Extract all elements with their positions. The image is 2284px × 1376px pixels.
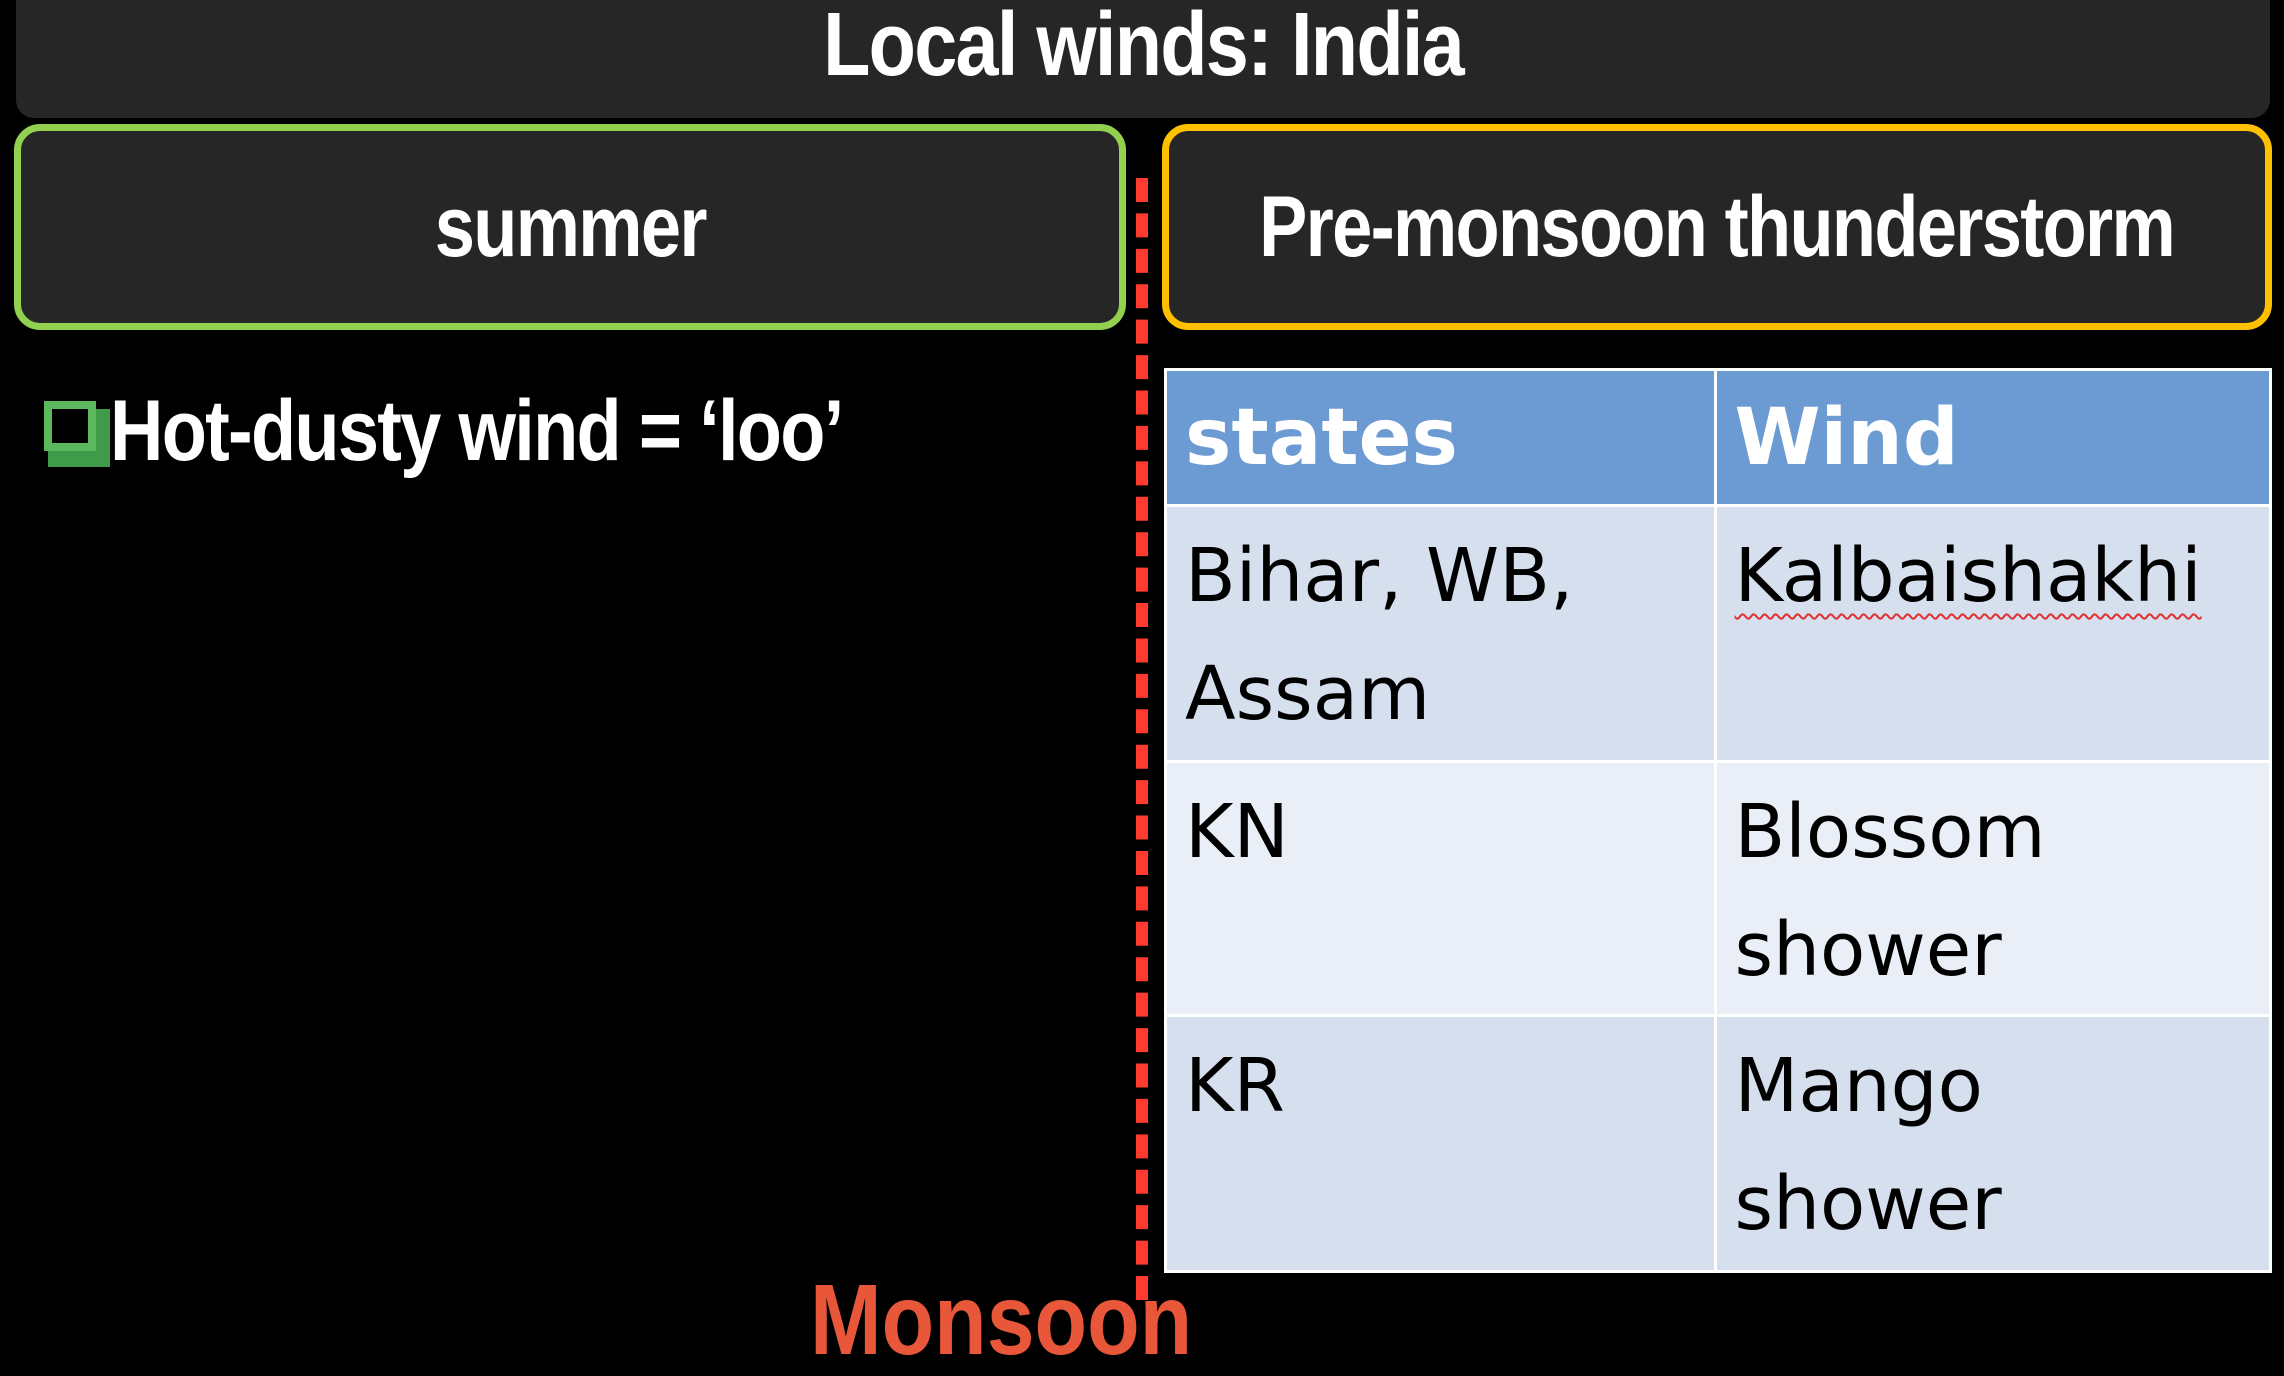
title-bar: Local winds: India	[16, 0, 2270, 118]
header-states: states	[1164, 368, 1717, 507]
cell-text: Blossom	[1734, 789, 2046, 875]
slide-title: Local winds: India	[823, 0, 1465, 95]
cell-states: KR	[1164, 1014, 1717, 1273]
summer-box: summer	[14, 124, 1126, 330]
cell-text: shower	[1734, 1161, 2002, 1247]
cell-text: Kalbaishakhi	[1735, 517, 2251, 635]
cell-wind: Blossom shower	[1713, 760, 2273, 1017]
dashed-divider	[1136, 178, 1148, 1300]
cell-wind: Kalbaishakhi	[1713, 504, 2273, 763]
table-header-row: states Wind	[1164, 368, 2273, 507]
table-row: KR Mango shower	[1164, 1014, 2273, 1273]
cell-states: Bihar, WB, Assam	[1164, 504, 1717, 763]
cell-text: Mango	[1734, 1043, 1983, 1129]
cell-text: KR	[1185, 1043, 1285, 1129]
loo-bullet: Hot-dusty wind = ‘loo’	[44, 388, 962, 474]
summer-label: summer	[434, 179, 708, 275]
loo-bullet-text: Hot-dusty wind = ‘loo’	[110, 383, 844, 479]
table-row: Bihar, WB, Assam Kalbaishakhi	[1164, 504, 2273, 763]
misspelled-word: Kalbaishakhi	[1734, 533, 2202, 619]
cell-text: shower	[1734, 907, 2002, 993]
header-wind: Wind	[1713, 368, 2273, 507]
cell-text: Bihar, WB,	[1185, 533, 1574, 619]
pre-monsoon-box: Pre-monsoon thunderstorm	[1162, 124, 2272, 330]
table-row: KN Blossom shower	[1164, 760, 2273, 1017]
cell-wind: Mango shower	[1713, 1014, 2273, 1273]
cell-states: KN	[1164, 760, 1717, 1017]
local-winds-table: states Wind Bihar, WB, Assam Kalbaishakh…	[1164, 368, 2273, 1273]
pre-monsoon-label: Pre-monsoon thunderstorm	[1259, 179, 2177, 275]
cell-text: KN	[1185, 789, 1289, 875]
monsoon-partial-heading: Monsoon	[810, 1264, 1193, 1376]
hollow-square-bullet-icon	[44, 401, 110, 467]
cell-text: Assam	[1185, 651, 1431, 737]
